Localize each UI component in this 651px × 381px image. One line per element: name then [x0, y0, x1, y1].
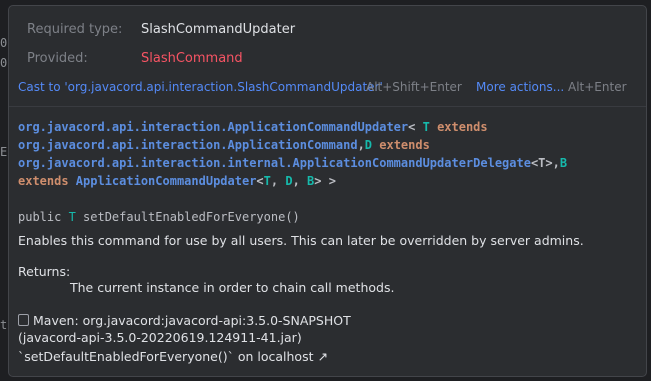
provided-type-value: SlashCommand [141, 51, 243, 66]
more-actions-link[interactable]: More actions... [476, 80, 564, 94]
editor-gutter-fragment: E [0, 145, 8, 159]
error-tooltip-popup: Required type: SlashCommandUpdater Provi… [8, 5, 647, 377]
jar-name: (javacord-api-3.5.0-20220619.124911-41.j… [18, 330, 302, 345]
class-link[interactable]: org.javacord.api.interaction.Application… [18, 120, 408, 134]
external-doc-link[interactable]: `setDefaultEnabledForEveryone()` on loca… [18, 349, 328, 364]
method-signature: public T setDefaultEnabledForEveryone() [18, 210, 300, 224]
class-link[interactable]: ApplicationCommandUpdater [69, 174, 257, 188]
required-type-label: Required type: [27, 22, 123, 37]
declaration-line-2: org.javacord.api.interaction.Application… [18, 138, 430, 152]
returns-label: Returns: [18, 264, 71, 279]
separator [9, 106, 646, 107]
class-link[interactable]: org.javacord.api.interaction.internal.Ap… [18, 156, 531, 170]
maven-source: Maven: org.javacord:javacord-api:3.5.0-S… [18, 313, 351, 328]
editor-gutter-fragment: 0 [0, 56, 8, 70]
cast-quickfix-link[interactable]: Cast to 'org.javacord.api.interaction.Sl… [18, 80, 383, 94]
declaration-line-4: extends ApplicationCommandUpdater<T, D, … [18, 174, 336, 188]
declaration-line-1: org.javacord.api.interaction.Application… [18, 120, 488, 134]
more-actions-shortcut: Alt+Enter [568, 80, 627, 94]
editor-gutter-fragment: t [0, 318, 8, 332]
required-type-value: SlashCommandUpdater [141, 22, 296, 37]
library-icon [18, 314, 29, 326]
returns-text: The current instance in order to chain c… [70, 280, 395, 295]
class-link[interactable]: org.javacord.api.interaction.Application… [18, 138, 358, 152]
declaration-line-3: org.javacord.api.interaction.internal.Ap… [18, 156, 568, 170]
cast-shortcut: Alt+Shift+Enter [366, 80, 462, 94]
doc-description: Enables this command for use by all user… [18, 233, 584, 248]
editor-gutter-fragment: 0 [0, 36, 8, 50]
provided-type-label: Provided: [27, 51, 88, 66]
